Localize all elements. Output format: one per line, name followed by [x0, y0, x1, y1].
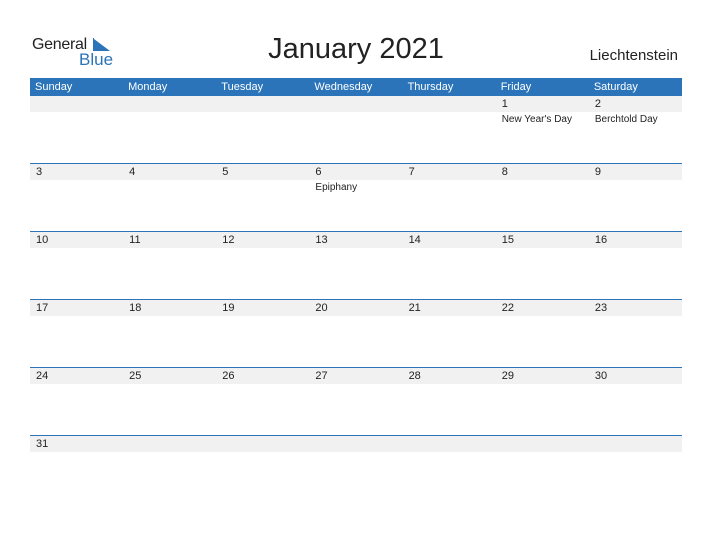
- day-cell: [123, 96, 216, 163]
- day-number: 9: [594, 166, 601, 178]
- holiday-label: Epiphany: [315, 182, 358, 193]
- day-cell: [309, 436, 402, 503]
- day-cell[interactable]: 29: [496, 368, 589, 435]
- weekday-sunday: Sunday: [35, 81, 73, 93]
- day-number: 12: [222, 234, 235, 246]
- day-cell[interactable]: 31: [30, 436, 123, 503]
- day-number: 18: [129, 302, 142, 314]
- day-cell: [216, 96, 309, 163]
- day-cell[interactable]: 12: [216, 232, 309, 299]
- day-number: 2: [594, 98, 601, 110]
- weekday-thursday: Thursday: [407, 81, 454, 93]
- day-number: 6: [315, 166, 322, 178]
- weekday-wednesday: Wednesday: [314, 81, 373, 93]
- day-cell: [496, 436, 589, 503]
- week-row: 17 18 19 20 21 22 23: [30, 299, 682, 367]
- day-cell[interactable]: 15: [496, 232, 589, 299]
- day-cell[interactable]: 28: [403, 368, 496, 435]
- day-cell[interactable]: 22: [496, 300, 589, 367]
- day-number: 15: [501, 234, 514, 246]
- week-row: 10 11 12 13 14 15 16: [30, 231, 682, 299]
- day-cell[interactable]: 13: [309, 232, 402, 299]
- day-cell[interactable]: 2 Berchtold Day: [589, 96, 682, 163]
- day-number: 1: [501, 98, 508, 110]
- day-number: 14: [408, 234, 421, 246]
- day-number: 16: [594, 234, 608, 246]
- day-number: 5: [222, 166, 229, 178]
- day-number: 13: [315, 234, 328, 246]
- week-row: 31: [30, 435, 682, 503]
- day-number: 24: [36, 370, 49, 382]
- holiday-label: Berchtold Day: [594, 114, 658, 125]
- week-row: 1 New Year's Day 2 Berchtold Day: [30, 96, 682, 163]
- day-cell[interactable]: 5: [216, 164, 309, 231]
- day-cell[interactable]: 4: [123, 164, 216, 231]
- day-number: 31: [36, 438, 49, 450]
- day-cell[interactable]: 10: [30, 232, 123, 299]
- day-number: 10: [36, 234, 49, 246]
- day-cell[interactable]: 7: [403, 164, 496, 231]
- day-number: 26: [222, 370, 235, 382]
- day-cell[interactable]: 26: [216, 368, 309, 435]
- day-cell[interactable]: 6 Epiphany: [309, 164, 402, 231]
- day-cell[interactable]: 1 New Year's Day: [496, 96, 589, 163]
- day-number: 27: [315, 370, 328, 382]
- day-cell[interactable]: 8: [496, 164, 589, 231]
- day-number: 20: [315, 302, 328, 314]
- day-cell[interactable]: 30: [589, 368, 682, 435]
- day-number: 7: [408, 166, 415, 178]
- week-row: 24 25 26 27 28 29 30: [30, 367, 682, 435]
- day-cell[interactable]: 23: [589, 300, 682, 367]
- day-cell[interactable]: 27: [309, 368, 402, 435]
- day-number: 17: [36, 302, 49, 314]
- day-cell[interactable]: 25: [123, 368, 216, 435]
- day-cell[interactable]: 3: [30, 164, 123, 231]
- week-row: 3 4 5 6 Epiphany 7 8 9: [30, 163, 682, 231]
- country-label: Liechtenstein: [589, 47, 678, 64]
- calendar: Sunday Monday Tuesday Wednesday Thursday Frid…: [30, 78, 682, 503]
- day-number: 28: [408, 370, 421, 382]
- day-cell: [123, 436, 216, 503]
- day-cell: [216, 436, 309, 503]
- day-number: 23: [594, 302, 608, 314]
- day-cell[interactable]: 18: [123, 300, 216, 367]
- day-cell[interactable]: 11: [123, 232, 216, 299]
- day-number: 4: [129, 166, 136, 178]
- weekday-header: Sunday Monday Tuesday Wednesday Thursday Frid…: [30, 78, 682, 96]
- day-number: 22: [501, 302, 514, 314]
- day-number: 3: [36, 166, 43, 178]
- weekday-monday: Monday: [128, 81, 168, 93]
- day-cell[interactable]: 9: [589, 164, 682, 231]
- day-cell[interactable]: 14: [403, 232, 496, 299]
- weekday-friday: Friday: [500, 81, 532, 93]
- day-cell[interactable]: 19: [216, 300, 309, 367]
- day-number: 30: [594, 370, 608, 382]
- day-cell: [403, 96, 496, 163]
- day-number: 21: [408, 302, 421, 314]
- day-cell: [589, 436, 682, 503]
- day-number: 11: [129, 234, 141, 246]
- weekday-tuesday: Tuesday: [221, 81, 264, 93]
- day-number: 25: [129, 370, 142, 382]
- day-cell[interactable]: 24: [30, 368, 123, 435]
- day-cell: [403, 436, 496, 503]
- day-number: 8: [501, 166, 508, 178]
- day-cell: [30, 96, 123, 163]
- weekday-saturday: Saturday: [593, 81, 638, 93]
- day-cell: [309, 96, 402, 163]
- day-number: 29: [501, 370, 514, 382]
- day-cell[interactable]: 17: [30, 300, 123, 367]
- holiday-label: New Year's Day: [501, 114, 572, 125]
- day-cell[interactable]: 20: [309, 300, 402, 367]
- day-cell[interactable]: 21: [403, 300, 496, 367]
- calendar-weeks: 1 New Year's Day 2 Berchtold Day 3 4 5 6 Epiphan…: [30, 96, 682, 503]
- day-number: 19: [222, 302, 235, 314]
- day-cell[interactable]: 16: [589, 232, 682, 299]
